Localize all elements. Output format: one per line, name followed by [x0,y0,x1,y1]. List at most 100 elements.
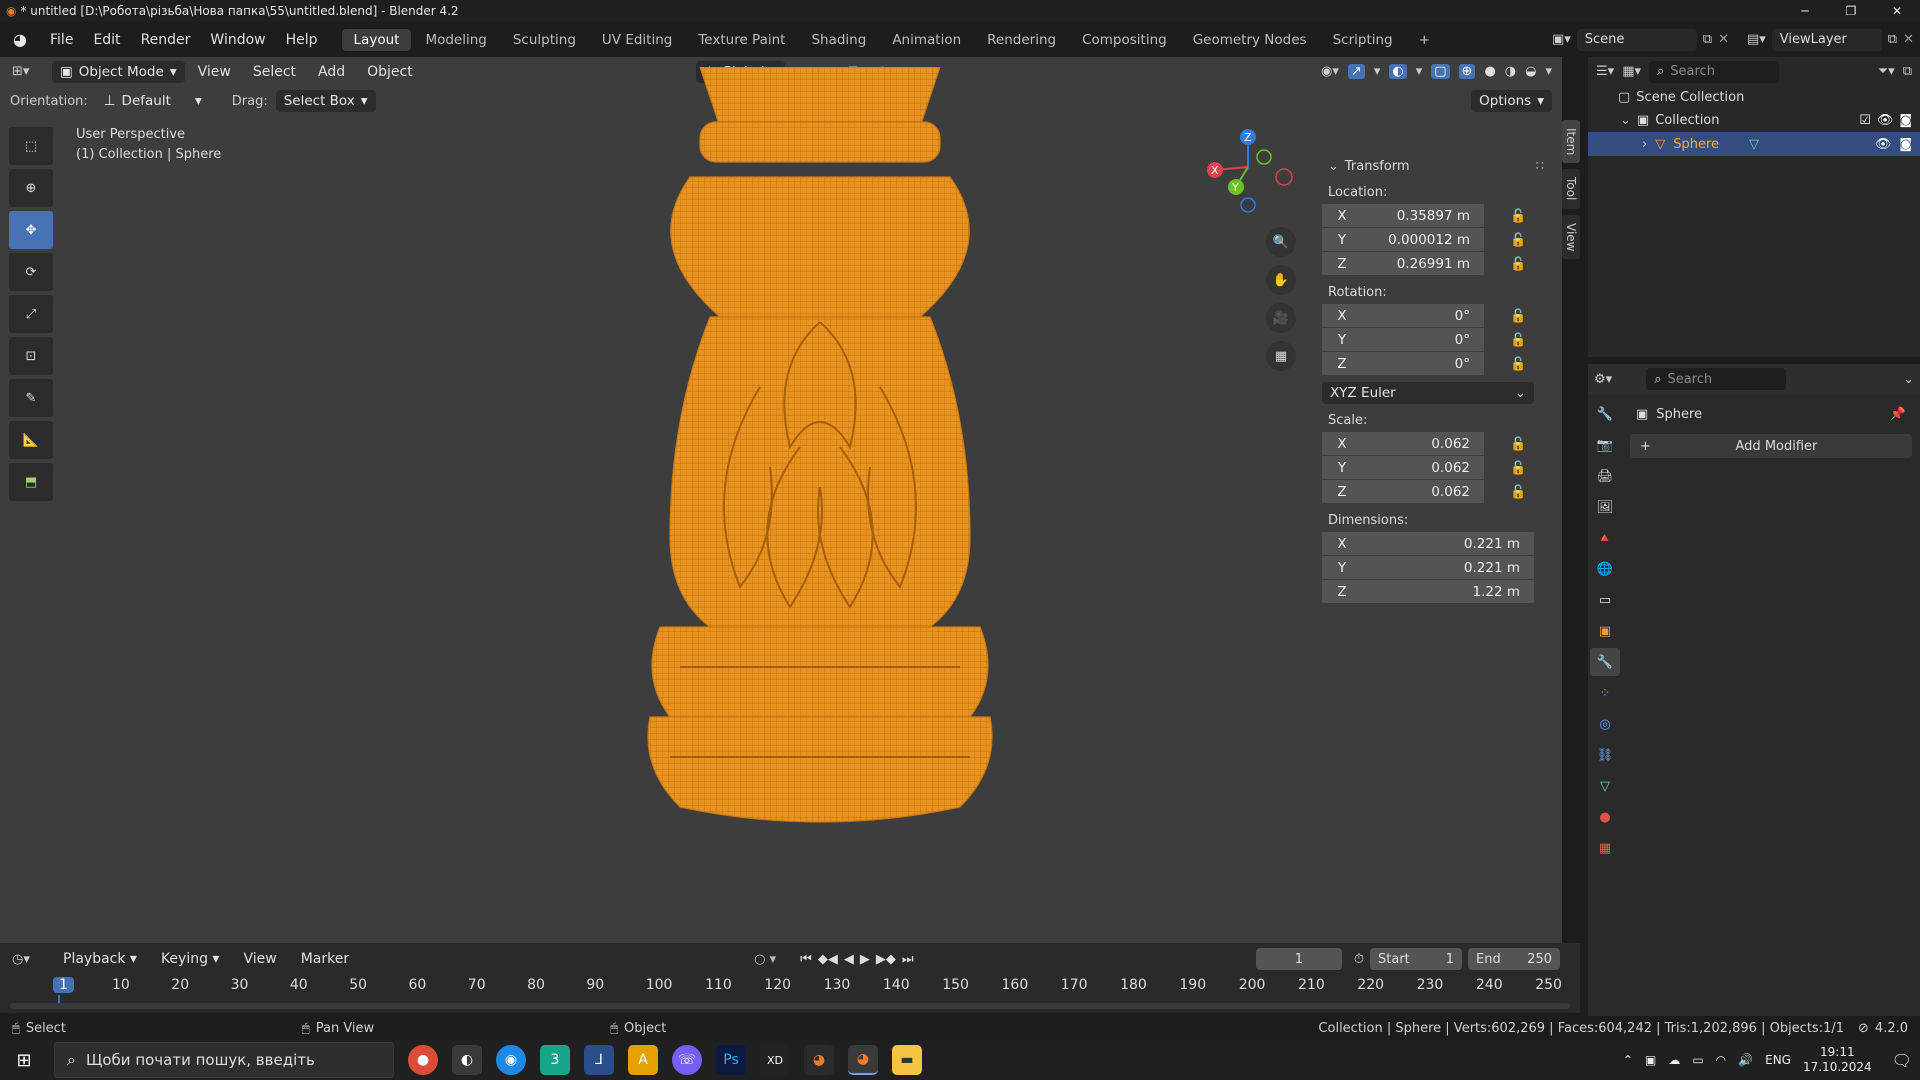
navigation-gizmo[interactable]: Z X Y [1200,127,1310,237]
new-collection-icon[interactable]: ⧉ [1903,64,1912,79]
display-mode-icon[interactable]: ▦▾ [1622,64,1641,79]
visibility-icon[interactable]: ◉▾ [1321,64,1339,79]
chevron-down-icon[interactable]: ⌄ [1620,113,1631,128]
collection-row[interactable]: ⌄ ▣ Collection ☑ 👁 ◙ [1588,108,1920,132]
transform-section-title[interactable]: Transform [1345,159,1410,174]
tray-app-icon[interactable]: ▣ [1645,1053,1656,1067]
pin-icon[interactable]: 📌 [1890,407,1906,422]
delete-scene-icon[interactable]: ✕ [1718,32,1729,47]
output-tab-icon[interactable]: 🖨 [1590,462,1620,490]
tab-rendering[interactable]: Rendering [975,29,1068,51]
tab-layout[interactable]: Layout [341,28,412,51]
menu-file[interactable]: File [40,32,83,48]
material-shading-icon[interactable]: ◑ [1505,64,1516,79]
scene-field[interactable]: Scene [1576,28,1697,51]
scale-x-field[interactable]: X 0.062 [1322,432,1484,455]
jetbrains-app-icon[interactable]: ⅃ [584,1045,614,1075]
physics-tab-icon[interactable]: ◎ [1590,710,1620,738]
tab-compositing[interactable]: Compositing [1070,29,1179,51]
notifications-icon[interactable]: 🗨 [1892,1051,1912,1070]
minimize-button[interactable]: ─ [1782,4,1828,18]
tab-texture-paint[interactable]: Texture Paint [686,29,797,51]
tab-tool[interactable]: Tool [1562,169,1580,209]
windows-start-icon[interactable]: ⊞ [8,1050,40,1071]
sphere-row[interactable]: › ▽ Sphere ▽ 👁 ◙ [1588,132,1920,156]
scene-icon[interactable]: ▣▾ [1552,32,1571,47]
rotation-z-field[interactable]: Z 0° [1322,352,1484,375]
auto-keying-icon[interactable]: ○ ▾ [754,952,776,967]
collection-tab-icon[interactable]: ▭ [1590,586,1620,614]
outliner-editor-icon[interactable]: ☰▾ [1596,64,1614,79]
mode-dropdown[interactable]: ▣ Object Mode ▾ [52,60,185,83]
collapse-chevron-icon[interactable]: ⌄ [1328,159,1339,174]
texture-tab-icon[interactable]: ▦ [1590,834,1620,862]
keying-menu[interactable]: Keying ▾ [152,951,229,967]
zoom-icon[interactable]: 🔍 [1266,227,1296,257]
transform-tool[interactable]: ⊡ [9,337,53,375]
move-tool[interactable]: ✥ [9,211,53,249]
view-layer-field[interactable]: ViewLayer [1771,28,1882,51]
rotation-x-field[interactable]: X 0° [1322,304,1484,327]
select-box-tool[interactable]: ⬚ [9,127,53,165]
timeline-view-menu[interactable]: View [234,951,285,967]
marker-menu[interactable]: Marker [292,951,358,967]
tab-geometry-nodes[interactable]: Geometry Nodes [1181,29,1319,51]
taskbar-search-input[interactable]: ⌕ Щоби почати пошук, введіть [54,1042,394,1078]
location-x-field[interactable]: X 0.35897 m [1322,204,1484,227]
start-frame-field[interactable]: Start 1 [1370,948,1462,970]
lock-icon[interactable]: 🔓 [1510,437,1530,452]
add-cube-tool[interactable]: ⬒ [9,463,53,501]
chrome-icon[interactable]: ● [408,1045,438,1075]
file-explorer-icon[interactable]: ▬ [892,1045,922,1075]
rotate-tool[interactable]: ⟳ [9,253,53,291]
menu-help[interactable]: Help [276,32,328,48]
modifier-tab-icon[interactable]: 🔧 [1590,648,1620,676]
tab-item[interactable]: Item [1562,120,1580,164]
viewport-menu-view[interactable]: View [189,64,240,80]
blender-taskbar-icon[interactable]: ◕ [804,1045,834,1075]
scene-tab-icon[interactable]: 🔺 [1590,524,1620,552]
options-dropdown[interactable]: Options ▾ [1471,90,1552,112]
jump-start-icon[interactable]: ⏮ [800,952,812,967]
dimensions-y-field[interactable]: Y 0.221 m [1322,556,1534,579]
gizmo-toggle-icon[interactable]: ↗ [1347,64,1365,79]
world-tab-icon[interactable]: 🌐 [1590,555,1620,583]
add-modifier-button[interactable]: + Add Modifier [1630,434,1912,458]
tab-modeling[interactable]: Modeling [413,29,498,51]
next-keyframe-icon[interactable]: ▶◆ [876,952,896,967]
frame-ruler[interactable]: 1 10 20 30 40 50 60 70 80 90 100 110 120 130 140 150 160… [0,975,1580,1005]
chevron-down-icon[interactable]: ⌄ [1903,372,1914,387]
location-y-field[interactable]: Y 0.000012 m [1322,228,1484,251]
wireframe-shading-icon[interactable]: ⊕ [1458,64,1476,79]
tool-tab-icon[interactable]: 🔧 [1590,400,1620,428]
particles-tab-icon[interactable]: ⁘ [1590,679,1620,707]
orientation-dropdown[interactable]: ⊥ Default ▾ [95,90,210,112]
lock-icon[interactable]: 🔓 [1510,333,1530,348]
dimensions-z-field[interactable]: Z 1.22 m [1322,580,1534,603]
eye-icon[interactable]: 👁 [1875,137,1892,152]
constraints-tab-icon[interactable]: ⛓ [1590,741,1620,769]
tab-animation[interactable]: Animation [880,29,973,51]
tool-app-icon[interactable]: ◐ [452,1045,482,1075]
outliner-search-input[interactable]: ⌕ Search [1649,60,1779,83]
timeline-scrollbar[interactable] [10,1003,1570,1009]
add-workspace-icon[interactable]: + [1407,29,1442,51]
stopwatch-icon[interactable]: ⏱ [1354,952,1364,967]
location-z-field[interactable]: Z 0.26991 m [1322,252,1484,275]
play-icon[interactable]: ▶ [860,952,870,967]
camera-icon[interactable]: ◙ [1899,113,1912,128]
lock-icon[interactable]: 🔓 [1510,357,1530,372]
solid-shading-icon[interactable]: ● [1484,64,1495,79]
xd-app-icon[interactable]: XD [760,1045,790,1075]
drag-dropdown[interactable]: Select Box ▾ [275,90,376,112]
volume-icon[interactable]: 🔊 [1738,1053,1753,1067]
pan-hand-icon[interactable]: ✋ [1266,265,1296,295]
browser-app-icon[interactable]: ◉ [496,1045,526,1075]
close-window-button[interactable]: ✕ [1874,4,1920,18]
properties-editor-icon[interactable]: ⚙▾ [1594,372,1612,387]
properties-search-input[interactable]: ⌕ Search [1646,368,1787,390]
cursor-tool[interactable]: ⊕ [9,169,53,207]
tab-sculpting[interactable]: Sculpting [501,29,588,51]
rotation-y-field[interactable]: Y 0° [1322,328,1484,351]
scale-tool[interactable]: ⤢ [9,295,53,333]
